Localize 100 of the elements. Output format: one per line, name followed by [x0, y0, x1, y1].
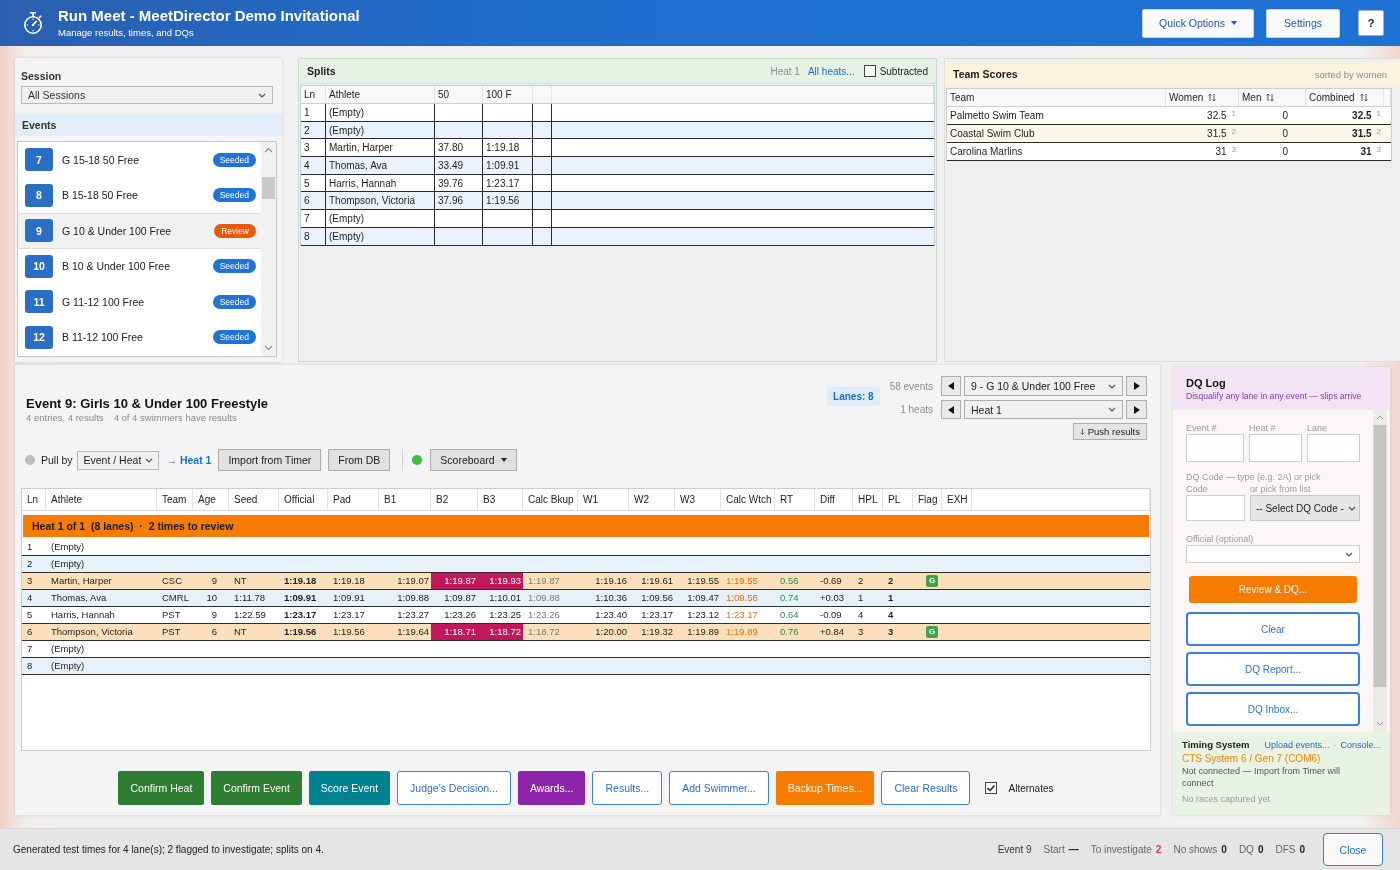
status-event: Event 9: [997, 844, 1032, 855]
event-list-item[interactable]: 9 G 10 & Under 100 Free Review: [18, 213, 261, 249]
chevron-down-icon: [1108, 383, 1116, 389]
column-header[interactable]: Men: [1239, 89, 1306, 106]
table-cell-text: NT: [233, 625, 248, 639]
table-cell-text: 1:23.26: [527, 608, 561, 622]
heat-label: Heat 1: [770, 65, 800, 77]
action-button[interactable]: Add Swimmer...: [669, 771, 769, 805]
table-cell: 31: [1360, 146, 1372, 157]
event-number: 9: [25, 219, 53, 243]
column-header[interactable]: Combined: [1306, 89, 1384, 106]
dq-action-button[interactable]: Clear: [1186, 612, 1360, 646]
close-button[interactable]: Close: [1323, 833, 1383, 866]
event-list-item[interactable]: 12 B 11-12 100 Free Seeded: [18, 319, 261, 355]
table-cell-text: PST: [161, 625, 182, 639]
column-header: Pad: [328, 489, 379, 510]
caret-icon: [500, 458, 507, 462]
scoreboard-button[interactable]: Scoreboard: [430, 449, 517, 471]
sort-icon: [1208, 93, 1217, 102]
event-select[interactable]: 9 - G 10 & Under 100 Free: [964, 376, 1123, 396]
table-cell-text: 10: [205, 591, 218, 605]
column-header: Ln: [301, 86, 326, 103]
heat-select[interactable]: Heat 1: [964, 400, 1123, 419]
all-heats-link[interactable]: All heats...: [807, 65, 855, 77]
column-header: W3: [675, 489, 721, 510]
official-select[interactable]: [1186, 545, 1360, 563]
event-list-item[interactable]: 10 B 10 & Under 100 Free Seeded: [18, 248, 261, 284]
push-results-button[interactable]: Push results: [1072, 423, 1147, 440]
status-badge: Seeded: [212, 188, 256, 203]
upload-events-link[interactable]: Upload events...: [1264, 739, 1330, 750]
toolbar-button[interactable]: Import from Timer: [218, 449, 322, 471]
dq-action-button[interactable]: DQ Inbox...: [1186, 692, 1360, 726]
table-cell: 37.96: [435, 192, 483, 210]
action-button[interactable]: Confirm Heat: [118, 771, 205, 805]
column-header[interactable]: Women: [1166, 89, 1239, 106]
table-cell-text: 1:20.00: [594, 625, 628, 639]
session-select[interactable]: All Sessions: [21, 86, 273, 104]
column-header: Official: [279, 489, 328, 510]
table-cell-text: 3: [26, 574, 34, 588]
timer-device: CTS System 6 / Gen 7 (COM6): [1182, 752, 1322, 765]
table-cell-text: Carolina Marlins: [949, 145, 1024, 159]
action-button[interactable]: Awards...: [517, 771, 586, 805]
scrollbar[interactable]: [261, 142, 276, 356]
table-cell-text: 1:19.07: [396, 574, 430, 588]
column-header: Calc Wtch: [721, 489, 775, 510]
dq-code-select[interactable]: -- Select DQ Code -: [1250, 495, 1360, 521]
table-cell-text: 1:19.55: [725, 574, 759, 588]
table-cell-text: +0.84: [819, 625, 846, 639]
event-list-item[interactable]: 7 G 15-18 50 Free Seeded: [18, 142, 261, 178]
table-cell-text: 1:09.56: [640, 591, 674, 605]
field-label: Heat #: [1249, 422, 1277, 434]
event-summary: 4 entries, 4 results: [26, 412, 104, 424]
table-cell-text: 1:23.12: [686, 608, 720, 622]
input-field[interactable]: [1186, 434, 1244, 462]
scrollbar[interactable]: [1373, 410, 1387, 732]
previous-button[interactable]: [941, 376, 961, 396]
stopwatch-icon: [22, 11, 44, 35]
column-header: W2: [629, 489, 675, 510]
previous-button[interactable]: [941, 400, 961, 419]
table-cell-text: CSC: [161, 574, 184, 588]
next-button[interactable]: [1126, 376, 1147, 396]
event-list-item[interactable]: 8 B 15-18 50 Free Seeded: [18, 177, 261, 213]
next-button[interactable]: [1126, 400, 1147, 419]
table-cell: 0: [1282, 146, 1288, 157]
table-cell-text: 1:23.27: [396, 608, 430, 622]
pull-by-select[interactable]: Event / Heat: [76, 450, 159, 470]
input-field[interactable]: [1307, 434, 1360, 462]
input-field[interactable]: [1186, 495, 1245, 521]
table-cell: 3: [301, 139, 326, 157]
stat-label: To investigate: [1090, 844, 1152, 855]
action-button[interactable]: Score Event: [308, 771, 391, 805]
table-cell-text: 1:23.40: [594, 608, 628, 622]
left-triangle-icon: [948, 382, 954, 390]
heat-link[interactable]: → Heat 1: [166, 454, 212, 466]
dq-action-button[interactable]: DQ Report...: [1186, 652, 1360, 686]
action-button[interactable]: Confirm Event: [211, 771, 302, 805]
table-cell-text: 1: [26, 540, 34, 554]
table-cell: Thompson, Victoria: [326, 192, 435, 210]
help-button[interactable]: ?: [1358, 10, 1384, 36]
table-cell-text: 1:19.64: [396, 625, 430, 639]
table-cell-text: (Empty): [50, 642, 86, 656]
stat-label: DFS: [1275, 844, 1296, 855]
table-cell: 0: [1282, 110, 1288, 121]
checkbox[interactable]: [863, 65, 876, 77]
table-cell: 1:19.87: [431, 573, 478, 589]
caret-icon: [1231, 21, 1238, 25]
settings-button[interactable]: Settings: [1266, 8, 1340, 38]
options-menu-button[interactable]: Quick Options: [1142, 8, 1255, 38]
toolbar-button[interactable]: From DB: [328, 449, 391, 471]
console-link[interactable]: Console...: [1340, 739, 1381, 750]
checkbox[interactable]: [985, 782, 998, 794]
input-field[interactable]: [1249, 434, 1302, 462]
column-header: W1: [578, 489, 629, 510]
table-cell-text: 4: [887, 608, 895, 622]
action-button[interactable]: Judge's Decision...: [397, 771, 511, 805]
event-list-item[interactable]: 11 G 11-12 100 Free Seeded: [18, 284, 261, 320]
session-label: Session: [21, 70, 63, 82]
action-button[interactable]: Results...: [592, 771, 663, 805]
table-cell: 1:18.72: [478, 624, 523, 640]
action-button[interactable]: Clear Results: [881, 771, 971, 805]
